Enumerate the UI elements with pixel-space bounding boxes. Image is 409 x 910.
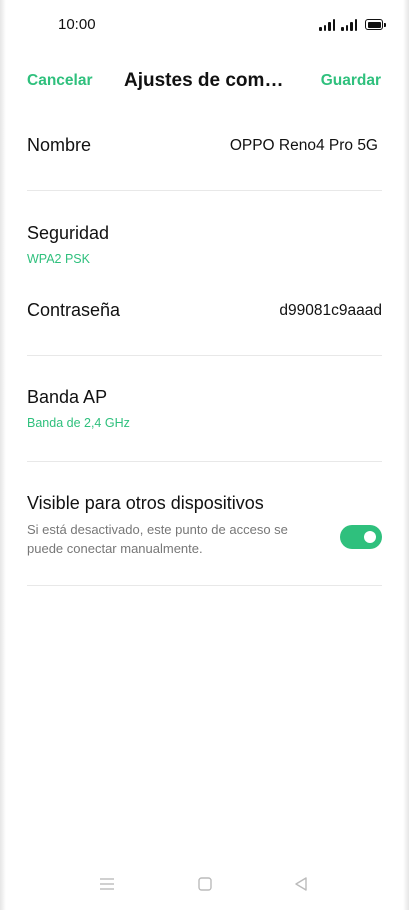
signal-icon — [341, 19, 357, 31]
password-value: d99081c9aaad — [279, 302, 382, 319]
divider — [27, 355, 382, 356]
home-icon[interactable] — [193, 872, 217, 896]
header: Cancelar Ajustes de comp… Guardar — [0, 62, 409, 100]
back-icon[interactable] — [289, 872, 313, 896]
visible-description: Si está desactivado, este punto de acces… — [27, 522, 288, 556]
status-time: 10:00 — [58, 16, 96, 33]
security-label: Seguridad — [27, 223, 110, 243]
name-value: OPPO Reno4 Pro 5G — [229, 137, 378, 154]
visible-label: Visible para otros dispositivos — [27, 493, 264, 513]
screen-edge-left — [0, 0, 6, 910]
signal-icon — [319, 19, 335, 31]
status-icons — [319, 17, 386, 31]
divider — [27, 585, 382, 586]
menu-icon[interactable] — [95, 872, 119, 896]
security-row[interactable]: Seguridad WPA2 PSK — [27, 223, 382, 266]
save-button[interactable]: Guardar — [321, 72, 381, 90]
password-row[interactable]: Contraseña d99081c9aaad — [27, 300, 382, 324]
navigation-bar — [0, 860, 409, 910]
ap-band-label: Banda AP — [27, 387, 108, 407]
ap-band-value: Banda de 2,4 GHz — [27, 416, 130, 430]
security-value: WPA2 PSK — [27, 252, 90, 266]
battery-icon — [365, 19, 386, 30]
divider — [27, 461, 382, 462]
divider — [27, 190, 382, 191]
visible-row: Visible para otros dispositivos Si está … — [27, 493, 382, 563]
ap-band-row[interactable]: Banda AP Banda de 2,4 GHz — [27, 387, 382, 430]
name-row[interactable]: Nombre OPPO Reno4 Pro 5G — [27, 135, 382, 159]
screen-edge-right — [403, 0, 409, 910]
cancel-button[interactable]: Cancelar — [27, 72, 92, 90]
toggle-knob — [364, 531, 376, 543]
page-title: Ajustes de comp… — [124, 70, 284, 91]
status-bar: 10:00 — [0, 0, 409, 50]
visible-toggle[interactable] — [340, 525, 382, 549]
hotspot-settings-screen: 10:00 Cancelar Ajustes de comp… Guardar … — [0, 0, 409, 910]
